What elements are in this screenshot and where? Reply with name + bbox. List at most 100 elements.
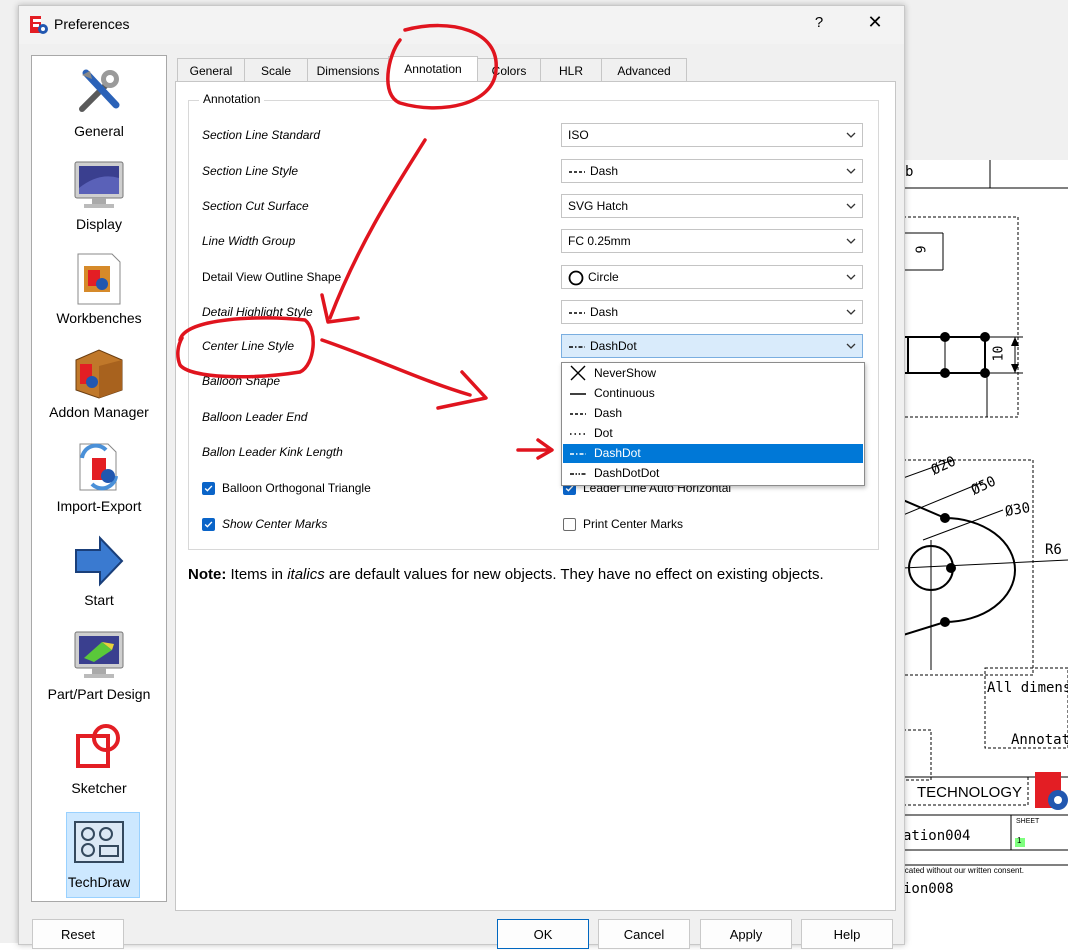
cancel-button[interactable]: Cancel: [598, 919, 690, 949]
chevron-down-icon: [846, 238, 856, 244]
help-icon[interactable]: ?: [809, 14, 829, 34]
chevron-down-icon: [846, 168, 856, 174]
sidebar-item-techdraw[interactable]: TechDraw: [32, 810, 166, 900]
sidebar-item-label: Sketcher: [71, 780, 127, 796]
drawing-dim-r6: R6: [1045, 542, 1062, 558]
sidebar-item-general[interactable]: General: [32, 59, 166, 149]
detail-highlight-style-combo[interactable]: Dash: [561, 300, 863, 324]
circle-shape-icon: [568, 270, 584, 286]
sidebar-item-label: TechDraw: [67, 874, 131, 890]
group-title: Annotation: [199, 92, 265, 106]
part-design-icon: [74, 631, 124, 678]
note-post: are default values for new objects. They…: [324, 566, 824, 583]
tab-advanced[interactable]: Advanced: [601, 58, 687, 81]
window-title: Preferences: [54, 16, 130, 32]
tab-scale[interactable]: Scale: [244, 58, 308, 81]
workbench-document-icon: [77, 253, 121, 305]
help-button[interactable]: Help: [801, 919, 893, 949]
sidebar-item-sketcher[interactable]: Sketcher: [32, 716, 166, 806]
combo-value: DashDot: [590, 339, 637, 353]
start-arrow-icon: [75, 535, 124, 587]
sidebar-item-label: Import-Export: [56, 498, 142, 514]
label-balloon-leader-kink-length: Ballon Leader Kink Length: [202, 445, 343, 459]
label-section-line-standard: Section Line Standard: [202, 128, 321, 142]
sidebar-item-display[interactable]: Display: [32, 152, 166, 242]
drawing-sheet-number: 1: [1017, 836, 1022, 845]
chevron-down-icon: [846, 203, 856, 209]
sidebar-item-addon-manager[interactable]: Addon Manager: [32, 340, 166, 430]
dashdot-line-icon: [570, 453, 586, 455]
chevron-down-icon: [846, 343, 856, 349]
tab-dimensions[interactable]: Dimensions: [307, 58, 389, 81]
note-bold: Note:: [188, 566, 227, 583]
drawing-note-annotat: Annotat: [1011, 732, 1068, 748]
combo-value-wrap: Dash: [568, 164, 618, 178]
option-label: Continuous: [594, 386, 655, 400]
checkbox-label: Balloon Orthogonal Triangle: [222, 481, 371, 495]
combo-value: Circle: [588, 270, 619, 285]
tab-general[interactable]: General: [177, 58, 245, 81]
section-cut-surface-combo[interactable]: SVG Hatch: [561, 194, 863, 218]
label-line-width-group: Line Width Group: [202, 234, 296, 248]
sketcher-icon: [76, 724, 120, 768]
line-width-group-combo[interactable]: FC 0.25mm: [561, 229, 863, 253]
sidebar-item-workbenches[interactable]: Workbenches: [32, 246, 166, 336]
drawing-header-text: b: [905, 164, 914, 180]
section-line-style-combo[interactable]: Dash: [561, 159, 863, 183]
drawing-title-technology: TECHNOLOGY: [917, 784, 1023, 801]
continuous-line-icon: [570, 393, 586, 395]
label-detail-view-outline-shape: Detail View Outline Shape: [202, 270, 342, 284]
option-label: Dot: [594, 426, 613, 440]
option-continuous[interactable]: Continuous: [563, 384, 863, 403]
close-icon[interactable]: ✕: [864, 12, 886, 34]
option-dashdot[interactable]: DashDot: [563, 444, 863, 463]
option-label: DashDotDot: [594, 466, 660, 480]
tab-annotation[interactable]: Annotation: [388, 56, 478, 81]
tools-icon: [79, 69, 120, 112]
apply-button[interactable]: Apply: [700, 919, 792, 949]
title-bar[interactable]: Preferences ? ✕: [19, 6, 904, 44]
sidebar-item-label: Start: [84, 592, 114, 608]
dashdot-line-icon: [569, 346, 585, 348]
checkbox-checked-icon: [202, 482, 215, 495]
checkbox-label: Print Center Marks: [583, 517, 684, 531]
chevron-down-icon: [846, 274, 856, 280]
combo-value-wrap: Dash: [568, 305, 618, 319]
drawing-consent: icated without our written consent.: [903, 866, 1024, 875]
tab-colors[interactable]: Colors: [477, 58, 541, 81]
option-dash[interactable]: Dash: [563, 404, 863, 423]
dashdotdot-line-icon: [570, 473, 586, 475]
option-dot[interactable]: Dot: [563, 424, 863, 443]
addon-box-icon: [75, 349, 123, 399]
option-label: Dash: [594, 406, 623, 420]
drawing-dim-10: 10: [991, 345, 1007, 362]
center-line-style-dropdown-list: NeverShow Continuous Dash Dot DashDot Da…: [561, 362, 865, 486]
drawing-ation004: ation004: [903, 828, 971, 844]
sidebar-item-label: Addon Manager: [49, 404, 149, 420]
reset-button[interactable]: Reset: [32, 919, 124, 949]
option-nevershow[interactable]: NeverShow: [563, 364, 863, 383]
option-label: NeverShow: [594, 366, 657, 380]
drawing-ion008: ion008: [903, 881, 954, 897]
combo-value: ISO: [568, 128, 589, 142]
option-dashdotdot[interactable]: DashDotDot: [563, 464, 863, 483]
option-label: DashDot: [594, 446, 641, 460]
techdraw-icon: [74, 821, 124, 863]
dot-line-icon: [570, 433, 586, 435]
preferences-dialog: Preferences ? ✕ General Display Workbenc…: [18, 5, 905, 949]
sidebar-item-part-design[interactable]: Part/Part Design: [32, 622, 166, 712]
section-line-standard-combo[interactable]: ISO: [561, 123, 863, 147]
sidebar-item-label: Part/Part Design: [47, 686, 151, 702]
italics-note: Note: Items in italics are default value…: [188, 565, 878, 585]
sidebar-item-start[interactable]: Start: [32, 528, 166, 618]
sidebar-item-label: General: [74, 123, 124, 139]
label-section-line-style: Section Line Style: [202, 164, 299, 178]
tab-hlr[interactable]: HLR: [540, 58, 602, 81]
detail-view-outline-shape-combo[interactable]: Circle: [561, 265, 863, 289]
label-section-cut-surface: Section Cut Surface: [202, 199, 309, 213]
ok-button[interactable]: OK: [497, 919, 589, 949]
sidebar-item-import-export[interactable]: Import-Export: [32, 434, 166, 524]
label-balloon-leader-end: Balloon Leader End: [202, 410, 308, 424]
combo-value-wrap: DashDot: [568, 339, 637, 353]
center-line-style-combo[interactable]: DashDot: [561, 334, 863, 358]
